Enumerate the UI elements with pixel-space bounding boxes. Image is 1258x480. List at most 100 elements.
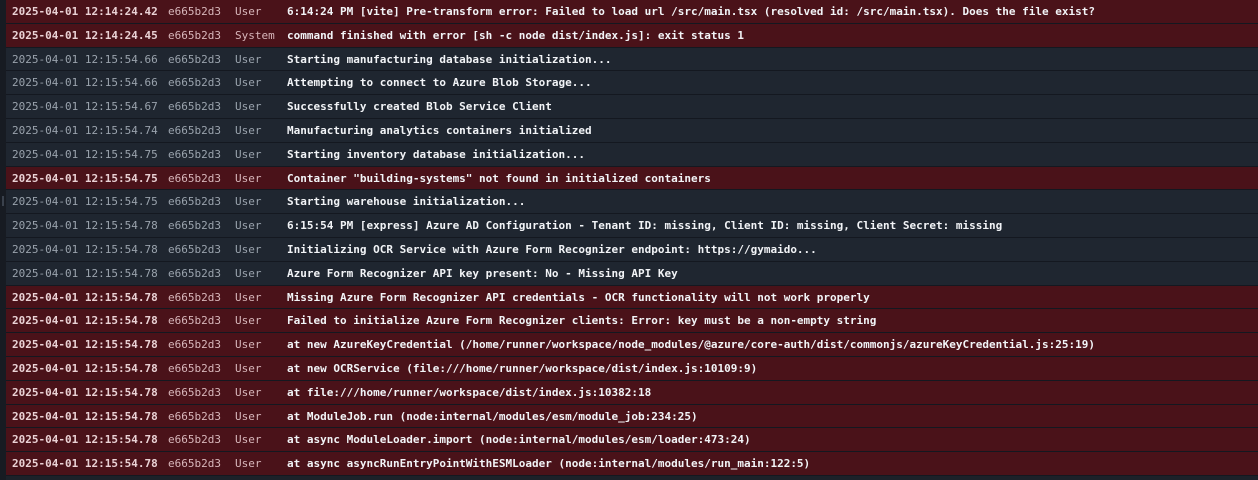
log-row[interactable]: 2025-04-01 12:15:54.78 e665b2d3 User 6:15:5… (6, 214, 1258, 238)
log-row[interactable]: 2025-04-01 12:15:54.78 e665b2d3 User at new… (6, 333, 1258, 357)
log-source: User (235, 76, 262, 90)
log-row[interactable]: 2025-04-01 12:15:54.78 e665b2d3 User Azure … (6, 261, 1258, 286)
log-source: User (235, 219, 262, 233)
log-message: at async ModuleLoader.import (node:inter… (287, 433, 751, 447)
log-session-id: e665b2d3 (168, 123, 221, 137)
log-timestamp: 2025-04-01 12:15:54.66 (12, 76, 158, 90)
log-timestamp: 2025-04-01 12:15:54.75 (12, 147, 158, 161)
log-message: 6:15:54 PM [express] Azure AD Configurat… (287, 219, 1003, 233)
log-message: at new AzureKeyCredential (/home/runner/… (287, 338, 1095, 352)
log-message: at new OCRService (file:///home/runner/w… (287, 361, 758, 375)
log-source: System (235, 28, 275, 42)
log-source: User (235, 100, 262, 114)
log-message: Azure Form Recognizer API key present: N… (287, 266, 678, 280)
log-row[interactable]: 2025-04-01 12:15:54.75 e665b2d3 User Contai… (6, 166, 1258, 191)
log-source: User (235, 290, 262, 304)
log-source: User (235, 338, 262, 352)
log-source: User (235, 242, 262, 256)
log-message: Manufacturing analytics containers initi… (287, 123, 592, 137)
log-message: at async asyncRunEntryPointWithESMLoader… (287, 457, 811, 471)
log-session-id: e665b2d3 (168, 76, 221, 90)
log-source: User (235, 123, 262, 137)
log-message: command finished with error [sh -c node … (287, 28, 744, 42)
log-row[interactable]: 2025-04-01 12:15:54.75 e665b2d3 User Starti… (6, 142, 1258, 167)
log-timestamp: 2025-04-01 12:15:54.78 (12, 338, 158, 352)
log-session-id: e665b2d3 (168, 266, 221, 280)
log-timestamp: 2025-04-01 12:15:54.75 (12, 195, 158, 209)
log-message: Starting inventory database initializati… (287, 147, 586, 161)
log-source: User (235, 52, 262, 66)
log-row[interactable]: 2025-04-01 12:15:54.78 e665b2d3 User at Mod… (6, 404, 1258, 429)
log-source: User (235, 147, 262, 161)
log-message: Starting manufacturing database initiali… (287, 52, 612, 66)
log-row[interactable]: 2025-04-01 12:15:54.74 e665b2d3 User Manufa… (6, 118, 1258, 143)
log-message: 6:14:24 PM [vite] Pre-transform error: F… (287, 5, 1095, 18)
log-session-id: e665b2d3 (168, 433, 221, 447)
log-source: User (235, 361, 262, 375)
log-session-id: e665b2d3 (168, 385, 221, 399)
console-log: 2025-04-01 12:14:24.42 e665b2d3 User 6:14:2… (6, 0, 1258, 480)
log-row[interactable]: 2025-04-01 12:14:24.45 e665b2d3 System comm… (6, 23, 1258, 48)
log-session-id: e665b2d3 (168, 171, 221, 185)
log-session-id: e665b2d3 (168, 147, 221, 161)
log-session-id: e665b2d3 (168, 290, 221, 304)
log-source: User (235, 433, 262, 447)
log-row[interactable]: 2025-04-01 12:15:54.78 e665b2d3 User at new… (6, 356, 1258, 381)
log-row[interactable]: 2025-04-01 12:15:54.78 e665b2d3 User Failed… (6, 309, 1258, 334)
log-message: at file:///home/runner/workspace/dist/in… (287, 385, 652, 399)
log-session-id: e665b2d3 (168, 338, 221, 352)
log-timestamp: 2025-04-01 12:15:54.78 (12, 409, 158, 423)
log-message: Initializing OCR Service with Azure Form… (287, 242, 817, 256)
log-session-id: e665b2d3 (168, 52, 221, 66)
log-timestamp: 2025-04-01 12:15:54.78 (12, 433, 158, 447)
log-timestamp: 2025-04-01 12:15:54.75 (12, 171, 158, 185)
log-timestamp: 2025-04-01 12:15:54.78 (12, 266, 158, 280)
log-source: User (235, 5, 262, 18)
log-message: Container "building-systems" not found i… (287, 171, 711, 185)
log-message: Attempting to connect to Azure Blob Stor… (287, 76, 592, 90)
log-row[interactable]: 2025-04-01 12:15:54.75 e665b2d3 User Starti… (6, 190, 1258, 215)
log-session-id: e665b2d3 (168, 457, 221, 471)
log-message: Successfully created Blob Service Client (287, 100, 552, 114)
log-session-id: e665b2d3 (168, 314, 221, 328)
log-row[interactable]: 2025-04-01 12:15:54.78 e665b2d3 User Missin… (6, 285, 1258, 310)
log-timestamp: 2025-04-01 12:15:54.78 (12, 314, 158, 328)
log-timestamp: 2025-04-01 12:14:24.42 (12, 5, 158, 18)
log-timestamp: 2025-04-01 12:15:54.67 (12, 100, 158, 114)
log-session-id: e665b2d3 (168, 195, 221, 209)
log-session-id: e665b2d3 (168, 100, 221, 114)
log-timestamp: 2025-04-01 12:15:54.66 (12, 52, 158, 66)
scroll-thumb[interactable] (2, 196, 4, 206)
log-timestamp: 2025-04-01 12:15:54.78 (12, 242, 158, 256)
log-source: User (235, 266, 262, 280)
log-row[interactable]: 2025-04-01 12:15:54.66 e665b2d3 User Starti… (6, 47, 1258, 72)
log-row[interactable]: 2025-04-01 12:15:54.67 e665b2d3 User Succes… (6, 95, 1258, 119)
log-timestamp: 2025-04-01 12:15:54.78 (12, 361, 158, 375)
log-message: at ModuleJob.run (node:internal/modules/… (287, 409, 698, 423)
log-row[interactable]: 2025-04-01 12:15:54.78 e665b2d3 User at asy… (6, 428, 1258, 453)
log-row[interactable]: 2025-04-01 12:15:54.78 e665b2d3 User Initia… (6, 237, 1258, 262)
log-timestamp: 2025-04-01 12:15:54.78 (12, 219, 158, 233)
log-timestamp: 2025-04-01 12:15:54.78 (12, 385, 158, 399)
log-source: User (235, 171, 262, 185)
log-session-id: e665b2d3 (168, 361, 221, 375)
log-session-id: e665b2d3 (168, 219, 221, 233)
log-timestamp: 2025-04-01 12:15:54.74 (12, 123, 158, 137)
log-source: User (235, 385, 262, 399)
log-message: Missing Azure Form Recognizer API creden… (287, 290, 870, 304)
log-message: Starting warehouse initialization... (287, 195, 526, 209)
log-source: User (235, 314, 262, 328)
log-timestamp: 2025-04-01 12:14:24.45 (12, 28, 158, 42)
log-row[interactable]: 2025-04-01 12:15:54.78 e665b2d3 User at fil… (6, 380, 1258, 405)
log-session-id: e665b2d3 (168, 242, 221, 256)
log-session-id: e665b2d3 (168, 5, 221, 18)
log-row[interactable]: 2025-04-01 12:15:54.78 e665b2d3 User at asy… (6, 452, 1258, 476)
log-source: User (235, 409, 262, 423)
log-row[interactable]: 2025-04-01 12:15:54.66 e665b2d3 User Attemp… (6, 71, 1258, 96)
log-message: Failed to initialize Azure Form Recogniz… (287, 314, 877, 328)
log-timestamp: 2025-04-01 12:15:54.78 (12, 457, 158, 471)
log-timestamp: 2025-04-01 12:15:54.78 (12, 290, 158, 304)
log-session-id: e665b2d3 (168, 409, 221, 423)
log-row[interactable]: 2025-04-01 12:14:24.42 e665b2d3 User 6:14:2… (6, 0, 1258, 24)
log-session-id: e665b2d3 (168, 28, 221, 42)
